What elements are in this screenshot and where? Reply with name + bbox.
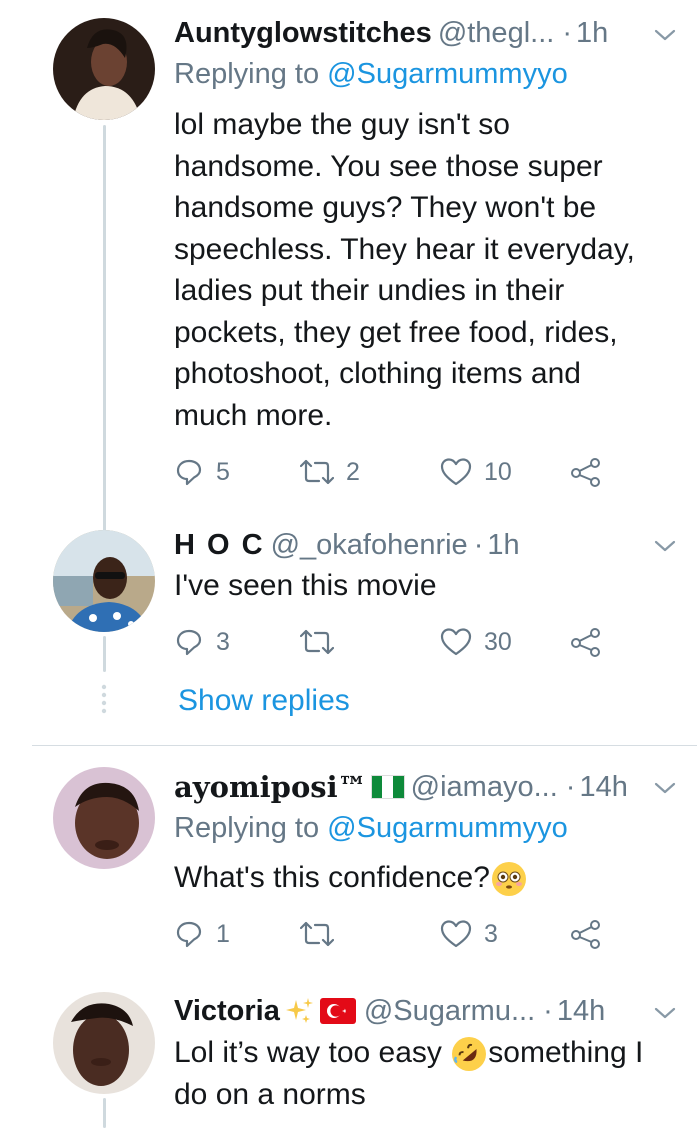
share-button[interactable]	[570, 622, 602, 662]
timestamp[interactable]: 1h	[576, 17, 608, 50]
reply-count: 5	[216, 457, 230, 486]
separator-dot: ·	[565, 770, 576, 803]
replying-to-label: Replying to	[174, 58, 320, 90]
tweet-text-line: What's this confidence?	[174, 861, 490, 894]
share-button[interactable]	[570, 914, 602, 954]
display-name[interactable]: Victoria	[174, 995, 280, 1028]
reply-button[interactable]: 1	[174, 914, 230, 954]
tweet-header: Auntyglowstitches @thegl... · 1h	[174, 14, 608, 52]
reply-icon	[176, 921, 202, 948]
reply-count: 1	[216, 919, 230, 948]
reply-button[interactable]: 5	[174, 452, 230, 492]
reply-icon	[176, 459, 202, 486]
retweet-button[interactable]: 2	[300, 452, 360, 492]
tweet-text-line: do on a norms	[174, 1077, 366, 1111]
turkey-flag-icon	[319, 998, 356, 1024]
tweet-text-line: handsome. You see those super	[174, 149, 603, 183]
retweet-icon	[300, 629, 334, 655]
like-button[interactable]: 3	[440, 914, 498, 954]
like-button[interactable]: 10	[440, 452, 512, 492]
mention-link[interactable]: @Sugarmummyyo	[327, 58, 568, 90]
like-button[interactable]: 30	[440, 622, 512, 662]
tweet-text-line: speechless. They hear it everyday,	[174, 232, 635, 266]
sparkles-icon	[285, 998, 313, 1023]
tweet-text-line: photoshoot, clothing items and	[174, 357, 581, 390]
user-handle[interactable]: @Sugarmu...	[364, 995, 535, 1028]
share-button[interactable]	[570, 452, 602, 492]
tweet-header: H O C @_okafohenrie · 1h	[174, 526, 520, 564]
reply-count: 3	[216, 627, 230, 656]
thread-line	[103, 636, 106, 672]
like-count: 3	[484, 919, 498, 948]
heart-icon	[440, 920, 472, 948]
reply-button[interactable]: 3	[174, 622, 230, 662]
like-count: 10	[484, 457, 512, 486]
tweet-text-line: I've seen this movie	[174, 569, 437, 602]
chevron-down-icon[interactable]	[652, 22, 678, 48]
thread-line	[103, 1098, 106, 1128]
separator-dot: ·	[473, 528, 484, 561]
tweet-header: Victoria @Sugarmu... · 14h	[174, 992, 605, 1030]
show-replies-link[interactable]: Show replies	[178, 684, 350, 718]
tweet-text: lol maybe the guy isn't so handsome. You…	[174, 104, 674, 436]
flushed-face-emoji-icon	[491, 862, 526, 897]
heart-icon	[440, 628, 472, 656]
tweet-text-line: much more.	[174, 398, 333, 432]
timestamp[interactable]: 14h	[579, 771, 627, 804]
separator-dot: ·	[562, 16, 572, 49]
share-icon	[571, 920, 600, 949]
divider	[32, 745, 697, 746]
chevron-down-icon[interactable]	[652, 775, 678, 801]
tweet-text: I've seen this movie	[174, 565, 674, 607]
user-handle[interactable]: @thegl...	[438, 17, 555, 50]
rolling-on-floor-laughing-emoji-icon	[452, 1037, 487, 1072]
user-handle[interactable]: @_okafohenrie	[271, 529, 468, 562]
tweet-text-fragment: Lol it’s way too easy	[174, 1036, 442, 1069]
avatar-ayomiposi[interactable]	[53, 767, 155, 869]
tweet-text: Lol it’s way too easy something I do on …	[174, 1032, 684, 1115]
mention-link[interactable]: @Sugarmummyyo	[327, 812, 568, 844]
tweet-text-line: handsome guys? They won't be	[174, 191, 597, 224]
tweet-actions: 5 2 10	[174, 452, 614, 492]
tweet-actions: 1 3	[174, 914, 614, 954]
tweet-text-fragment: something I	[488, 1036, 644, 1069]
share-icon	[571, 628, 600, 657]
nigeria-flag-icon	[370, 775, 405, 799]
tweet-actions: 3 30	[174, 622, 614, 662]
share-icon	[571, 458, 600, 487]
tweet-header: ayomiposi™ @iamayo... · 14h	[174, 768, 628, 806]
tweet-text: What's this confidence?	[174, 857, 674, 899]
reply-icon	[176, 629, 202, 656]
display-name[interactable]: ayomiposi™	[174, 770, 367, 804]
tweet-text-line: lol maybe the guy isn't so	[174, 108, 510, 141]
chevron-down-icon[interactable]	[652, 1000, 678, 1026]
like-count: 30	[484, 627, 512, 656]
thread-dots	[101, 684, 107, 714]
thread-line	[103, 125, 106, 533]
retweet-count: 2	[346, 457, 360, 486]
heart-icon	[440, 458, 472, 486]
avatar-auntyglowstitches[interactable]	[53, 18, 155, 120]
replying-to: Replying to @Sugarmummyyo	[174, 812, 568, 845]
tweet-text-line: pockets, they get free food, rides,	[174, 315, 618, 349]
timestamp[interactable]: 14h	[557, 995, 605, 1028]
separator-dot: ·	[543, 994, 553, 1027]
display-name[interactable]: Auntyglowstitches	[174, 17, 432, 50]
retweet-icon	[300, 459, 334, 485]
avatar-victoria[interactable]	[53, 992, 155, 1094]
replying-to-label: Replying to	[174, 812, 320, 844]
chevron-down-icon[interactable]	[652, 533, 678, 559]
replying-to: Replying to @Sugarmummyyo	[174, 58, 568, 91]
display-name[interactable]: H O C	[174, 529, 265, 562]
tweet-text-line: ladies put their undies in their	[174, 274, 565, 307]
tweet-text-line: Lol it’s way too easy something I	[174, 1032, 684, 1074]
retweet-icon	[300, 921, 334, 947]
retweet-button[interactable]	[300, 622, 346, 662]
retweet-button[interactable]	[300, 914, 346, 954]
timestamp[interactable]: 1h	[487, 529, 519, 562]
avatar-hoc[interactable]	[53, 530, 155, 632]
user-handle[interactable]: @iamayo...	[411, 771, 558, 804]
